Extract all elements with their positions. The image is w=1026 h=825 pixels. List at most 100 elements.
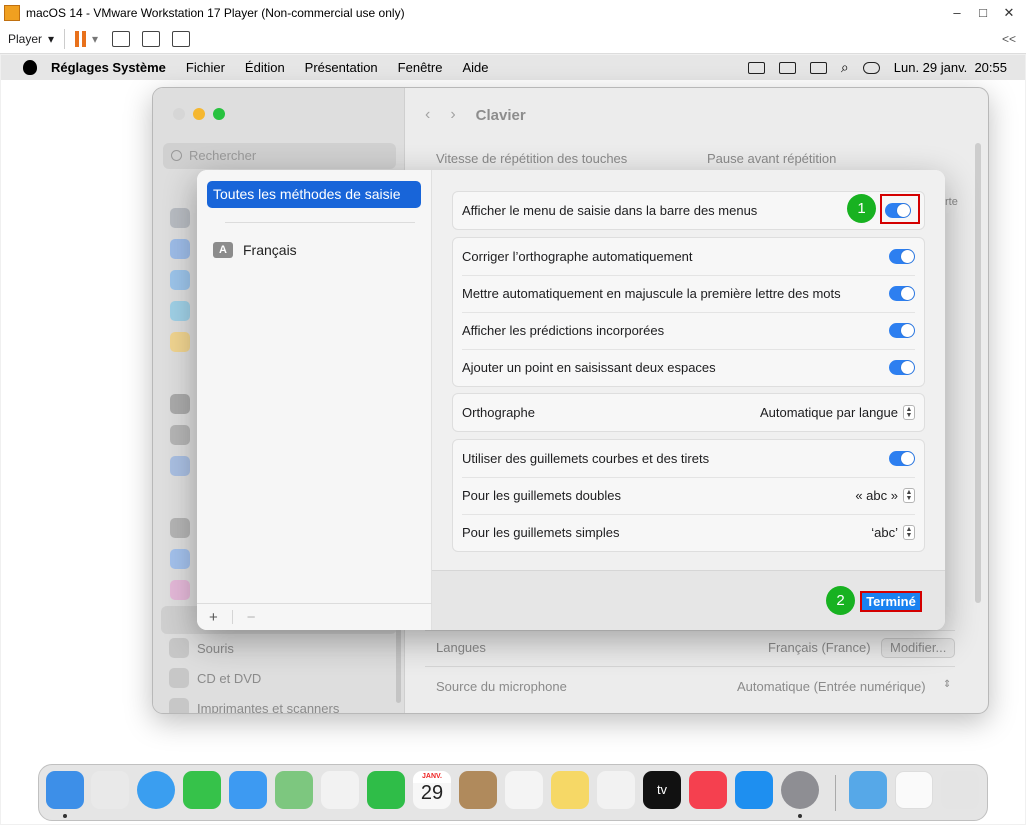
updown-arrows-icon[interactable]: ⇕ — [943, 679, 951, 690]
keyboard-icon[interactable] — [778, 61, 796, 74]
calendar-icon[interactable]: JANV. 29 — [413, 771, 451, 809]
spelling-value: Automatique par langue — [759, 405, 898, 420]
sidebar-scrollbar[interactable] — [396, 628, 401, 703]
finder-icon[interactable] — [46, 771, 84, 809]
fullscreen-icon[interactable] — [142, 31, 161, 47]
menu-aide[interactable]: Aide — [462, 60, 488, 75]
recent-document-icon[interactable] — [895, 771, 933, 809]
menu-presentation[interactable]: Présentation — [305, 60, 378, 75]
lock-screen-icon[interactable] — [170, 394, 190, 414]
users-icon[interactable] — [170, 456, 190, 476]
running-indicator — [63, 814, 67, 818]
battery-icon[interactable] — [170, 332, 190, 352]
window-controls: – □ ✕ — [944, 0, 1022, 25]
list-footer: + − — [197, 603, 432, 630]
single-quotes-popup[interactable]: ‘abc’ ▲ ▼ — [871, 525, 915, 540]
photos-icon[interactable] — [321, 771, 359, 809]
close-window-icon[interactable] — [173, 108, 185, 120]
downloads-folder-icon[interactable] — [849, 771, 887, 809]
facetime-icon[interactable] — [367, 771, 405, 809]
menu-fichier[interactable]: Fichier — [186, 60, 225, 75]
screensaver-icon[interactable] — [170, 301, 190, 321]
close-button[interactable]: ✕ — [996, 0, 1022, 25]
menu-app-name[interactable]: Réglages Système — [51, 60, 166, 75]
sidebar-item-imprimantes[interactable]: Imprimantes et scanners — [169, 698, 339, 713]
control-center-icon[interactable] — [862, 61, 880, 74]
window-icon[interactable] — [809, 61, 827, 74]
mic-source-value[interactable]: Automatique (Entrée numérique) — [737, 679, 926, 694]
modify-languages-button[interactable]: Modifier... — [881, 638, 956, 658]
system-settings-icon[interactable] — [781, 771, 819, 809]
sidebar-icon-column — [170, 208, 190, 642]
double-quotes-popup[interactable]: « abc » ▲ ▼ — [855, 488, 915, 503]
smart-quotes-toggle[interactable] — [889, 451, 915, 466]
reminders-icon[interactable] — [505, 771, 543, 809]
display-icon[interactable] — [170, 208, 190, 228]
minimize-button[interactable]: – — [944, 0, 970, 25]
player-menu-button[interactable]: Player ▾ — [8, 32, 54, 46]
screen-icon[interactable] — [747, 61, 765, 74]
privacy-icon[interactable] — [170, 425, 190, 445]
send-ctrl-alt-del-icon[interactable] — [112, 31, 131, 47]
unity-icon[interactable] — [172, 31, 191, 47]
add-method-button[interactable]: + — [209, 609, 218, 626]
launchpad-icon[interactable] — [91, 771, 129, 809]
messages-icon[interactable] — [183, 771, 221, 809]
sidebar-item-souris[interactable]: Souris — [169, 638, 234, 658]
sidebar-item-cd-dvd[interactable]: CD et DVD — [169, 668, 261, 688]
safari-icon[interactable] — [137, 771, 175, 809]
spotlight-search-icon[interactable]: ⌕ — [841, 59, 849, 76]
accessibility-icon[interactable] — [170, 270, 190, 290]
settings-search-input[interactable]: Rechercher — [163, 143, 396, 169]
smart-quotes-row: Utiliser des guillemets courbes et des t… — [453, 440, 924, 477]
music-icon[interactable] — [689, 771, 727, 809]
maps-icon[interactable] — [275, 771, 313, 809]
method-french[interactable]: A Français — [213, 242, 297, 258]
zoom-window-icon[interactable] — [213, 108, 225, 120]
pause-icon[interactable] — [75, 31, 87, 47]
vmware-logo-icon — [4, 4, 20, 21]
menubar-datetime[interactable]: Lun. 29 janv. 20:55 — [894, 60, 1007, 75]
notes-icon[interactable] — [551, 771, 589, 809]
app-store-icon[interactable] — [735, 771, 773, 809]
quotes-group: Utiliser des guillemets courbes et des t… — [452, 439, 925, 552]
updown-arrows-icon: ▲ ▼ — [903, 405, 915, 420]
apple-tv-icon[interactable]: tv — [643, 771, 681, 809]
internet-accounts-icon[interactable] — [170, 549, 190, 569]
settings-scrollbar[interactable] — [975, 143, 981, 603]
divider — [425, 630, 955, 631]
done-button[interactable]: Terminé — [860, 591, 922, 612]
contacts-icon[interactable] — [459, 771, 497, 809]
sheet-footer: Terminé 2 — [432, 570, 945, 630]
inline-predictions-toggle[interactable] — [889, 323, 915, 338]
menu-fenetre[interactable]: Fenêtre — [398, 60, 443, 75]
passwords-icon[interactable] — [170, 518, 190, 538]
double-quotes-row: Pour les guillemets doubles « abc » ▲ ▼ — [453, 477, 924, 514]
delay-repeat-label: Pause avant répétition — [707, 151, 837, 166]
minimize-window-icon[interactable] — [193, 108, 205, 120]
autocapitalize-toggle[interactable] — [889, 286, 915, 301]
pause-dropdown-icon[interactable]: ▾ — [92, 32, 98, 46]
collapse-toolbar-button[interactable]: << — [1002, 32, 1016, 46]
player-label: Player — [8, 32, 43, 46]
autocorrect-toggle[interactable] — [889, 249, 915, 264]
menu-edition[interactable]: Édition — [245, 60, 285, 75]
appearance-icon[interactable] — [170, 239, 190, 259]
double-space-period-toggle[interactable] — [889, 360, 915, 375]
remove-method-button[interactable]: − — [247, 609, 256, 626]
back-chevron-icon[interactable]: ‹ — [425, 106, 430, 124]
trash-icon[interactable] — [941, 771, 979, 809]
method-french-label: Français — [243, 242, 297, 258]
spelling-popup[interactable]: Automatique par langue ▲ ▼ — [760, 405, 915, 420]
page-title: Clavier — [475, 106, 526, 124]
language-badge-icon: A — [213, 242, 233, 258]
freeform-icon[interactable] — [597, 771, 635, 809]
maximize-button[interactable]: □ — [970, 0, 996, 25]
forward-chevron-icon[interactable]: › — [450, 106, 455, 124]
game-center-icon[interactable] — [170, 580, 190, 600]
chevron-down-icon: ▾ — [48, 32, 55, 46]
mail-icon[interactable] — [229, 771, 267, 809]
cd-dvd-icon — [169, 668, 189, 688]
method-all[interactable]: Toutes les méthodes de saisie — [207, 181, 421, 208]
apple-logo-icon[interactable] — [23, 60, 37, 75]
